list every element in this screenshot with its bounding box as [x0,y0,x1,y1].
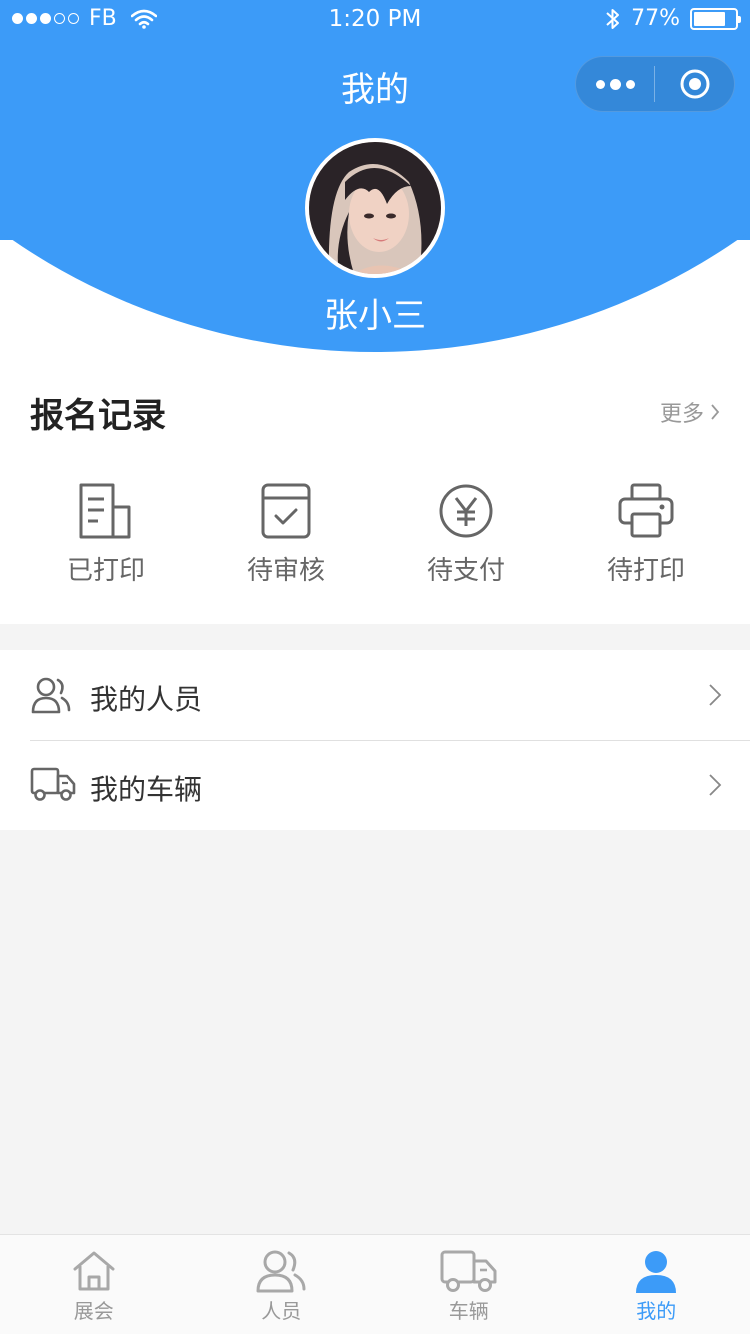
tab-label: 人员 [261,1299,302,1323]
tab-vehicles[interactable]: 车辆 [375,1235,563,1334]
mini-program-capsule [575,56,735,112]
tab-bar: 展会 人员 车辆 我的 [0,1234,750,1334]
chevron-right-icon [711,404,720,420]
record-pending-print[interactable]: 待打印 [556,482,736,587]
battery-icon [690,7,741,30]
status-bar: FB 1:20 PM 77% [0,0,750,40]
more-link[interactable]: 更多 [660,396,720,428]
record-label: 待审核 [246,556,325,586]
close-mini-program-button[interactable] [655,67,734,101]
record-pending-review[interactable]: 待审核 [196,482,376,587]
people-icon [256,1250,306,1293]
user-name: 张小三 [324,296,426,336]
calendar-check-icon [261,483,311,539]
tab-label: 车辆 [448,1299,489,1323]
record-label: 待打印 [606,556,685,586]
target-icon [680,69,709,99]
printer-icon [618,483,674,538]
truck-icon [440,1250,497,1292]
section-title: 报名记录 [30,396,166,436]
record-status-row: 已打印 待审核 待支付 待打印 [0,482,750,587]
battery-percent: 77% [631,6,680,31]
home-icon [73,1251,115,1291]
registration-records-card: 报名记录 更多 已打印 待审核 待支付 待打印 [0,352,750,624]
menu-label: 我的人员 [90,683,203,716]
more-label: 更多 [659,402,704,427]
bluetooth-icon [606,8,620,29]
menu-label: 我的车辆 [90,773,203,806]
yen-icon [439,484,493,538]
tab-label: 展会 [73,1299,114,1323]
tab-people[interactable]: 人员 [188,1235,376,1334]
record-pending-payment[interactable]: 待支付 [376,482,556,587]
menu-list: 我的人员 我的车辆 [0,650,750,830]
document-icon [79,483,131,539]
tab-label: 我的 [636,1299,677,1323]
user-icon [636,1251,677,1293]
avatar-image [309,142,441,274]
people-icon [31,677,71,714]
more-options-button[interactable] [576,56,654,112]
tab-mine[interactable]: 我的 [563,1235,750,1334]
record-label: 待支付 [426,556,505,586]
menu-item-my-vehicles[interactable]: 我的车辆 [0,740,750,830]
tab-exhibition[interactable]: 展会 [0,1235,188,1334]
chevron-right-icon [709,684,722,706]
avatar[interactable] [305,138,445,278]
truck-icon [30,767,76,801]
menu-item-my-people[interactable]: 我的人员 [0,650,750,740]
record-label: 已打印 [66,556,145,586]
record-printed[interactable]: 已打印 [16,482,196,587]
chevron-right-icon [709,774,722,796]
